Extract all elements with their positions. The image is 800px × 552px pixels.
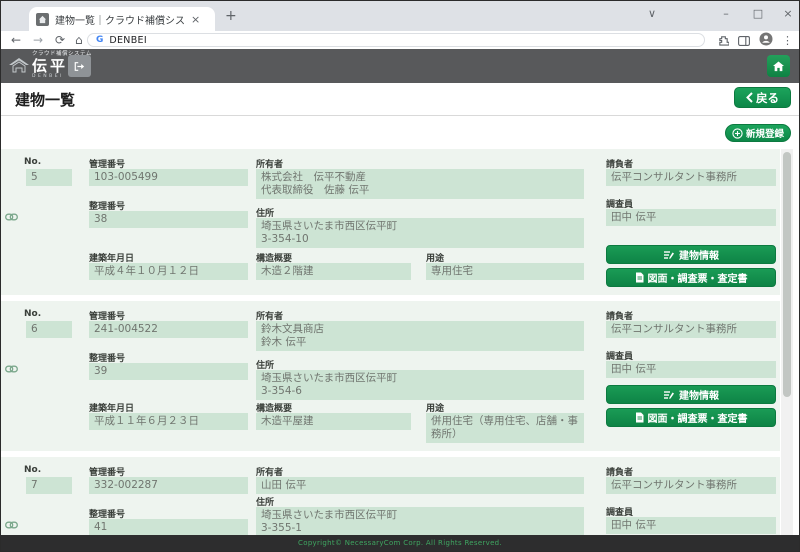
active-tab[interactable]: 建物一覧｜クラウド補償システム 伝平 × <box>29 7 215 31</box>
tab-strip: 建物一覧｜クラウド補償システム 伝平 × + ∨ – □ × <box>1 1 799 31</box>
new-registration-label: 新規登録 <box>746 126 784 140</box>
app-header: クラウド補償システム 伝平 DENBEI <box>1 49 799 83</box>
plus-circle-icon <box>732 128 743 139</box>
building-record: No. 5 管理番号 103-005499 整理番号 38 所有者 株式会社 伝… <box>1 149 780 295</box>
no-label: No. <box>24 157 41 167</box>
logout-icon <box>74 61 85 72</box>
documents-label: 図面・調査票・査定書 <box>648 270 748 285</box>
app-footer: Copyright© NecessaryCom Corp. All Rights… <box>1 535 799 551</box>
back-chevron-icon <box>746 92 753 103</box>
home-icon <box>773 61 784 72</box>
seiri-field: 38 <box>89 211 248 228</box>
inspector-field: 田中 伝平 <box>606 209 776 226</box>
building-info-button[interactable]: 建物情報 <box>606 245 776 264</box>
inspector-field: 田中 伝平 <box>606 517 776 534</box>
site-favicon-icon <box>36 13 49 26</box>
browser-home-icon[interactable]: ⌂ <box>75 31 83 49</box>
denbei-house-icon <box>9 58 29 73</box>
link-icon[interactable] <box>5 365 18 373</box>
no-field: 7 <box>26 477 72 494</box>
no-field: 5 <box>26 169 72 186</box>
header-divider <box>1 115 799 116</box>
contractor-field: 伝平コンサルタント事務所 <box>606 477 776 494</box>
address-field: 埼玉県さいたま市西区伝平町 3-354-10 <box>256 218 584 248</box>
structure-field: 木造平屋建 <box>256 413 411 430</box>
documents-button[interactable]: 図面・調査票・査定書 <box>606 408 776 427</box>
profile-avatar[interactable] <box>759 31 773 50</box>
tab-close-icon[interactable]: × <box>191 13 200 26</box>
minimize-button[interactable]: – <box>711 1 741 27</box>
back-button[interactable]: 戻る <box>734 87 791 108</box>
address-field: 埼玉県さいたま市西区伝平町 3-355-1 <box>256 507 584 535</box>
no-field: 6 <box>26 321 72 338</box>
browser-menu-icon[interactable]: ⋮ <box>782 34 793 47</box>
side-panel-icon[interactable] <box>738 31 750 50</box>
link-icon[interactable] <box>5 213 18 221</box>
usage-field: 専用住宅 <box>426 263 584 280</box>
built-date-field: 平成１１年６月２３日 <box>89 413 248 430</box>
reload-icon[interactable]: ⟳ <box>55 31 65 49</box>
contractor-field: 伝平コンサルタント事務所 <box>606 321 776 338</box>
seiri-field: 41 <box>89 519 248 535</box>
document-icon <box>635 272 644 283</box>
usage-field: 併用住宅（専用住宅、店舗・事務所） <box>426 413 584 443</box>
building-info-label: 建物情報 <box>679 247 719 262</box>
no-label: No. <box>24 465 41 475</box>
building-info-label: 建物情報 <box>679 387 719 402</box>
link-icon[interactable] <box>5 521 18 529</box>
owner-field: 株式会社 伝平不動産 代表取締役 佐藤 伝平 <box>256 169 584 199</box>
footer-copyright: Copyright© NecessaryCom Corp. All Rights… <box>298 539 502 547</box>
forward-nav-icon[interactable]: → <box>33 31 43 49</box>
app-home-button[interactable] <box>767 55 790 77</box>
scrollbar-thumb[interactable] <box>783 152 791 397</box>
address-bar[interactable]: G DENBEI <box>87 33 705 47</box>
structure-field: 木造２階建 <box>256 263 411 280</box>
building-record: No. 6 管理番号 241-004522 整理番号 39 所有者 鈴木文具商店… <box>1 301 780 451</box>
kanri-field: 332-002287 <box>89 477 248 494</box>
built-date-field: 平成４年１０月１２日 <box>89 263 248 280</box>
seiri-field: 39 <box>89 363 248 380</box>
list-edit-icon <box>663 250 675 260</box>
close-button[interactable]: × <box>773 1 800 27</box>
owner-field: 山田 伝平 <box>256 477 584 494</box>
list-edit-icon <box>663 390 675 400</box>
new-registration-button[interactable]: 新規登録 <box>725 124 791 142</box>
new-tab-button[interactable]: + <box>225 8 237 24</box>
logout-button[interactable] <box>68 55 91 77</box>
inspector-field: 田中 伝平 <box>606 361 776 378</box>
contractor-field: 伝平コンサルタント事務所 <box>606 169 776 186</box>
browser-window: 建物一覧｜クラウド補償システム 伝平 × + ∨ – □ × ← → ⟳ ⌂ G… <box>0 0 800 552</box>
owner-field: 鈴木文具商店 鈴木 伝平 <box>256 321 584 351</box>
documents-button[interactable]: 図面・調査票・査定書 <box>606 268 776 287</box>
back-nav-icon[interactable]: ← <box>11 31 21 49</box>
tab-title: 建物一覧｜クラウド補償システム 伝平 <box>55 12 185 27</box>
main-content: 建物一覧 戻る 新規登録 No. 5 管理番号 103-0054 <box>1 83 799 535</box>
back-button-label: 戻る <box>756 90 779 106</box>
google-icon: G <box>96 35 103 45</box>
maximize-button[interactable]: □ <box>743 1 773 27</box>
kanri-field: 241-004522 <box>89 321 248 338</box>
browser-toolbar: ← → ⟳ ⌂ G DENBEI ⋮ <box>1 31 799 50</box>
building-info-button[interactable]: 建物情報 <box>606 385 776 404</box>
kanri-field: 103-005499 <box>89 169 248 186</box>
documents-label: 図面・調査票・査定書 <box>648 410 748 425</box>
document-icon <box>635 412 644 423</box>
address-field: 埼玉県さいたま市西区伝平町 3-354-6 <box>256 370 584 400</box>
url-text: DENBEI <box>109 35 147 46</box>
extensions-icon[interactable] <box>718 31 729 50</box>
page-title: 建物一覧 <box>15 89 75 110</box>
no-label: No. <box>24 309 41 319</box>
building-record: No. 7 管理番号 332-002287 整理番号 41 所有者 山田 伝平 … <box>1 457 780 535</box>
tab-search-icon[interactable]: ∨ <box>637 1 667 27</box>
